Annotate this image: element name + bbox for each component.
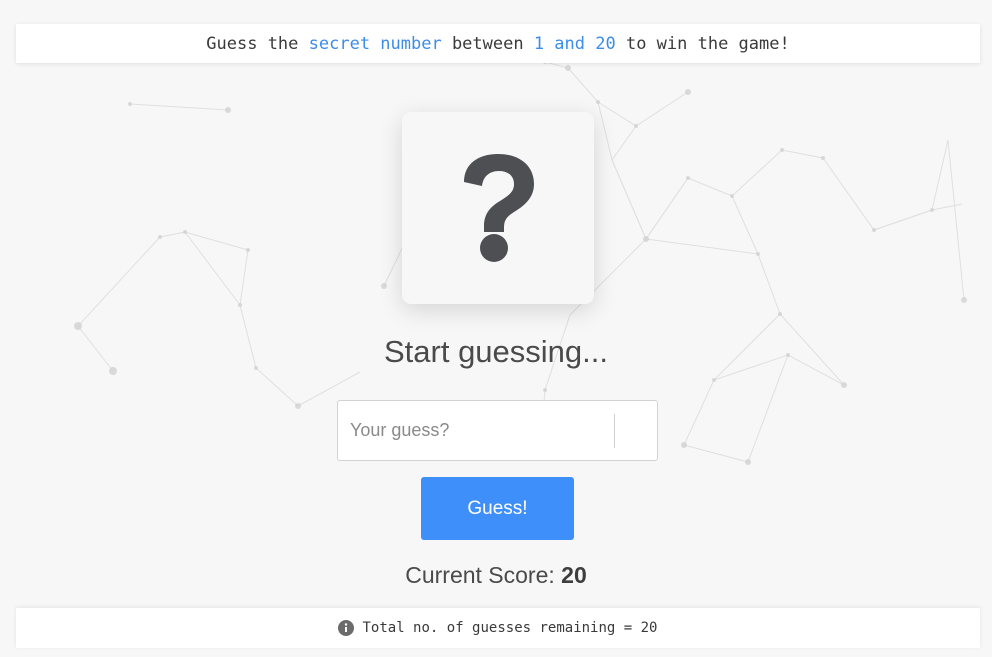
instructions-text-1: Guess the: [206, 33, 309, 54]
input-spinner-divider: [614, 414, 615, 448]
question-mark-icon: [464, 154, 534, 262]
instructions-text-2: between: [441, 33, 534, 54]
instructions-banner: Guess the secret number between 1 and 20…: [16, 24, 980, 63]
instructions-text-3: to win the game!: [615, 33, 790, 54]
info-icon: [338, 620, 355, 636]
guesses-remaining-text: Total no. of guesses remaining = 20: [362, 620, 658, 636]
score-label: Current Score:: [405, 562, 562, 588]
guesses-remaining-bar: Total no. of guesses remaining = 20: [16, 608, 980, 648]
guess-input-container: [337, 400, 658, 461]
secret-number-card: [402, 112, 594, 304]
background-network-pattern: [74, 60, 967, 465]
instructions-secret-number: secret number: [308, 33, 442, 54]
instructions-range: 1 and 20: [533, 33, 616, 54]
current-score: Current Score: 20: [0, 562, 992, 589]
status-message: Start guessing...: [383, 334, 608, 369]
guess-input[interactable]: [338, 401, 614, 460]
score-value: 20: [561, 562, 587, 588]
guess-button[interactable]: Guess!: [421, 477, 574, 540]
